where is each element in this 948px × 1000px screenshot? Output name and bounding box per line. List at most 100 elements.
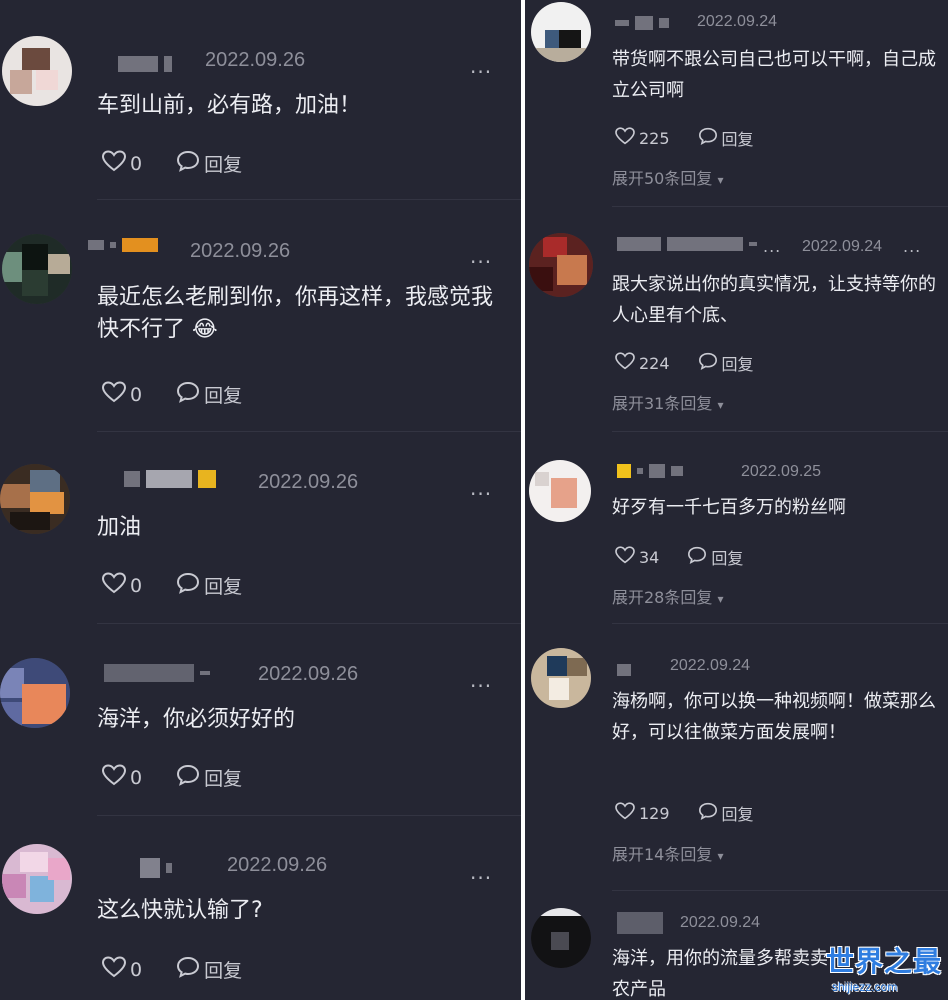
comment-actions: 224 回复 [615,351,754,375]
username-blurred[interactable] [615,16,669,30]
heart-outline-icon[interactable] [615,546,635,568]
avatar[interactable] [2,234,72,304]
watermark-title: 世界之最 [826,945,943,978]
avatar[interactable] [529,233,593,297]
caret-down-icon: ▾ [717,398,724,412]
comment-date: 2022.09.24 [802,238,883,255]
reply-button[interactable]: 回复 [722,801,754,825]
comment-actions: 225 回复 [615,126,754,150]
comment-date: 2022.09.26 [258,663,359,685]
comment-actions: 0 回复 [101,572,242,599]
comment-text: 车到山前，必有路，加油！ [97,93,362,118]
reply-button[interactable]: 回复 [204,764,242,791]
expand-replies-label: 展开14条回复 [612,845,713,864]
like-count: 225 [639,128,670,148]
like-count: 0 [130,574,143,597]
like-count: 0 [130,766,143,789]
username-blurred[interactable] [617,464,683,478]
expand-replies-button[interactable]: 展开28条回复 ▾ [612,584,724,608]
comment-text: 好歹有一千七百多万的粉丝啊 [612,497,846,518]
reply-button[interactable]: 回复 [204,150,242,177]
more-options-icon[interactable]: ... [470,668,492,692]
comment-text: 最近怎么老刷到你，你再这样，我感觉我快不行了 😂 [97,285,494,342]
comment-actions: 0 回复 [101,150,242,177]
avatar[interactable] [2,844,72,914]
heart-outline-icon[interactable] [101,572,127,599]
username-blurred[interactable] [140,858,172,878]
heart-outline-icon[interactable] [615,127,635,149]
reply-button[interactable]: 回复 [204,572,242,599]
watermark-url: shijiezz.com [832,980,898,994]
comment-text: 海杨啊，你可以换一种视频啊！做菜那么好，可以往做菜方面发展啊！ [612,691,936,743]
speech-bubble-icon[interactable] [176,956,200,983]
comment-item: 2022.09.25 好歹有一千七百多万的粉丝啊 34 回复 展开28条回复 ▾ [525,432,948,624]
speech-bubble-icon[interactable] [176,764,200,791]
left-comment-panel: 2022.09.26 ... 车到山前，必有路，加油！ 0 回复 2022.09… [0,0,521,1000]
speech-bubble-icon[interactable] [698,352,718,374]
heart-outline-icon[interactable] [101,150,127,177]
avatar[interactable] [531,2,591,62]
more-options-icon[interactable]: ... [470,860,492,884]
avatar[interactable] [0,464,70,534]
speech-bubble-icon[interactable] [176,572,200,599]
expand-replies-label: 展开31条回复 [612,394,713,413]
username-blurred[interactable] [617,664,631,676]
username-blurred[interactable] [118,56,172,72]
speech-bubble-icon[interactable] [176,381,200,408]
heart-outline-icon[interactable] [615,352,635,374]
like-count: 34 [639,547,660,567]
username-blurred[interactable] [124,470,216,488]
caret-down-icon: ▾ [717,173,724,187]
speech-bubble-icon[interactable] [698,127,718,149]
avatar[interactable] [529,460,591,522]
comment-date: 2022.09.24 [680,914,761,931]
expand-replies-button[interactable]: 展开14条回复 ▾ [612,841,724,865]
comment-item: 2022.09.24 海杨啊，你可以换一种视频啊！做菜那么好，可以往做菜方面发展… [525,624,948,894]
comment-text: 这么快就认输了? [97,898,263,923]
avatar[interactable] [2,36,72,106]
comment-date: 2022.09.26 [205,49,306,71]
speech-bubble-icon[interactable] [176,150,200,177]
comment-date: 2022.09.26 [258,471,359,493]
like-count: 0 [130,152,143,175]
speech-bubble-icon[interactable] [687,546,707,568]
reply-button[interactable]: 回复 [204,381,242,408]
comment-text: 加油 [97,515,142,540]
username-blurred[interactable] [617,237,757,251]
more-options-icon[interactable]: ... [903,237,921,256]
heart-outline-icon[interactable] [101,764,127,791]
heart-outline-icon[interactable] [101,381,127,408]
expand-replies-label: 展开50条回复 [612,169,713,188]
like-count: 0 [130,958,143,981]
right-comment-panel: 2022.09.24 带货啊不跟公司自己也可以干啊，自己成立公司啊 225 回复… [525,0,948,1000]
comment-item: 2022.09.24 带货啊不跟公司自己也可以干啊，自己成立公司啊 225 回复… [525,0,948,207]
username-blurred[interactable] [104,664,210,682]
more-options-icon[interactable]: ... [470,244,492,268]
expand-replies-button[interactable]: 展开31条回复 ▾ [612,390,724,414]
comment-text: 带货啊不跟公司自己也可以干啊，自己成立公司啊 [612,49,936,101]
reply-button[interactable]: 回复 [722,126,754,150]
heart-outline-icon[interactable] [101,956,127,983]
caret-down-icon: ▾ [717,849,724,863]
comment-text: 海洋，你必须好好的 [97,707,296,732]
username-blurred[interactable] [88,238,158,252]
comment-date: 2022.09.24 [670,657,751,674]
reply-button[interactable]: 回复 [204,956,242,983]
comment-date: 2022.09.24 [697,13,778,30]
username-blurred[interactable] [617,912,663,934]
more-options-icon[interactable]: ... [470,54,492,78]
avatar[interactable] [0,658,70,728]
heart-outline-icon[interactable] [615,802,635,824]
avatar[interactable] [531,648,591,708]
comment-actions: 0 回复 [101,956,242,983]
reply-button[interactable]: 回复 [722,351,754,375]
more-options-icon[interactable]: ... [470,476,492,500]
comment-item: 2022.09.26 ... 车到山前，必有路，加油！ 0 回复 [0,0,521,200]
speech-bubble-icon[interactable] [698,802,718,824]
expand-replies-button[interactable]: 展开50条回复 ▾ [612,165,724,189]
avatar[interactable] [531,908,591,968]
comment-item: 2022.09.26 ... 最近怎么老刷到你，你再这样，我感觉我快不行了 😂 … [0,200,521,432]
reply-button[interactable]: 回复 [711,545,743,569]
more-options-icon[interactable]: ... [763,237,781,256]
comment-date: 2022.09.26 [227,854,328,876]
